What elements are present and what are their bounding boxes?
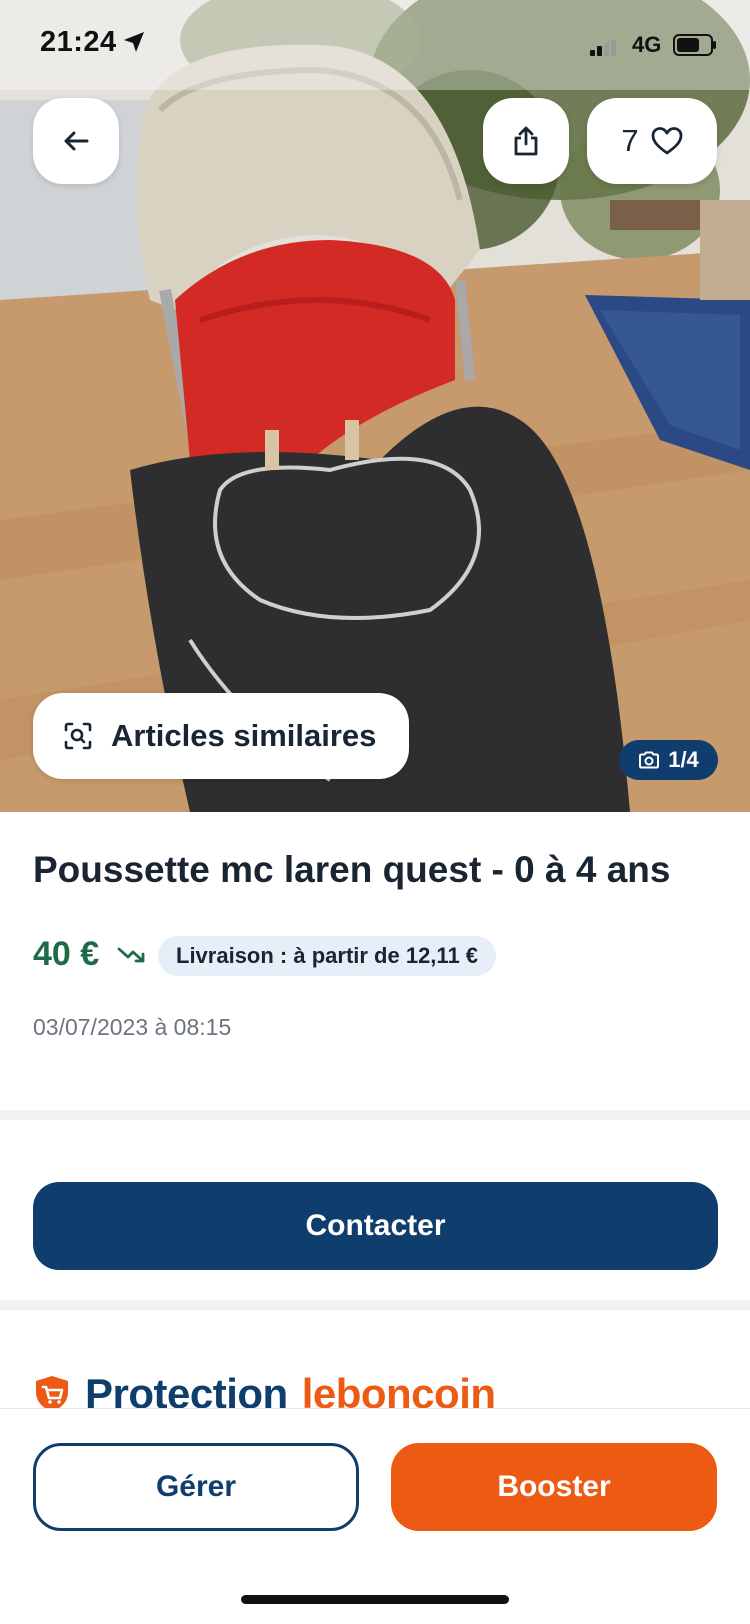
similar-items-button[interactable]: Articles similaires	[33, 693, 409, 779]
network-type: 4G	[632, 32, 662, 57]
share-button[interactable]	[483, 98, 569, 184]
photo-counter-label: 1/4	[668, 747, 699, 772]
manage-button[interactable]: Gérer	[33, 1443, 359, 1531]
share-icon	[514, 126, 538, 156]
section-divider	[0, 1300, 750, 1310]
favorites-count: 7	[621, 123, 639, 158]
similar-items-label: Articles similaires	[111, 718, 377, 753]
camera-icon	[639, 751, 660, 769]
location-arrow-icon	[124, 32, 144, 52]
delivery-badge[interactable]: Livraison : à partir de 12,11 €	[158, 936, 497, 976]
battery-icon	[673, 34, 716, 56]
arrow-left-icon	[64, 131, 89, 151]
listing-title: Poussette mc laren quest - 0 à 4 ans	[33, 849, 671, 890]
favorite-button[interactable]: 7	[587, 98, 717, 184]
boost-button[interactable]: Booster	[391, 1443, 717, 1531]
status-bar: 21:24 4G	[0, 0, 750, 90]
signal-icon	[590, 40, 616, 56]
listing-photo[interactable]: 21:24 4G 7 Articles similaires 1/4	[0, 0, 750, 812]
back-button[interactable]	[33, 98, 119, 184]
trend-down-icon	[117, 947, 145, 963]
image-search-icon	[64, 722, 92, 750]
heart-icon	[651, 127, 683, 155]
home-indicator[interactable]	[241, 1595, 509, 1604]
bottom-action-bar: Gérer Booster	[0, 1408, 750, 1624]
listing-price: 40 €	[33, 935, 100, 973]
section-divider	[0, 1110, 750, 1120]
listing-date: 03/07/2023 à 08:15	[33, 1014, 232, 1040]
photo-counter: 1/4	[619, 740, 718, 780]
contact-button[interactable]: Contacter	[33, 1182, 718, 1270]
status-time: 21:24	[40, 26, 117, 58]
